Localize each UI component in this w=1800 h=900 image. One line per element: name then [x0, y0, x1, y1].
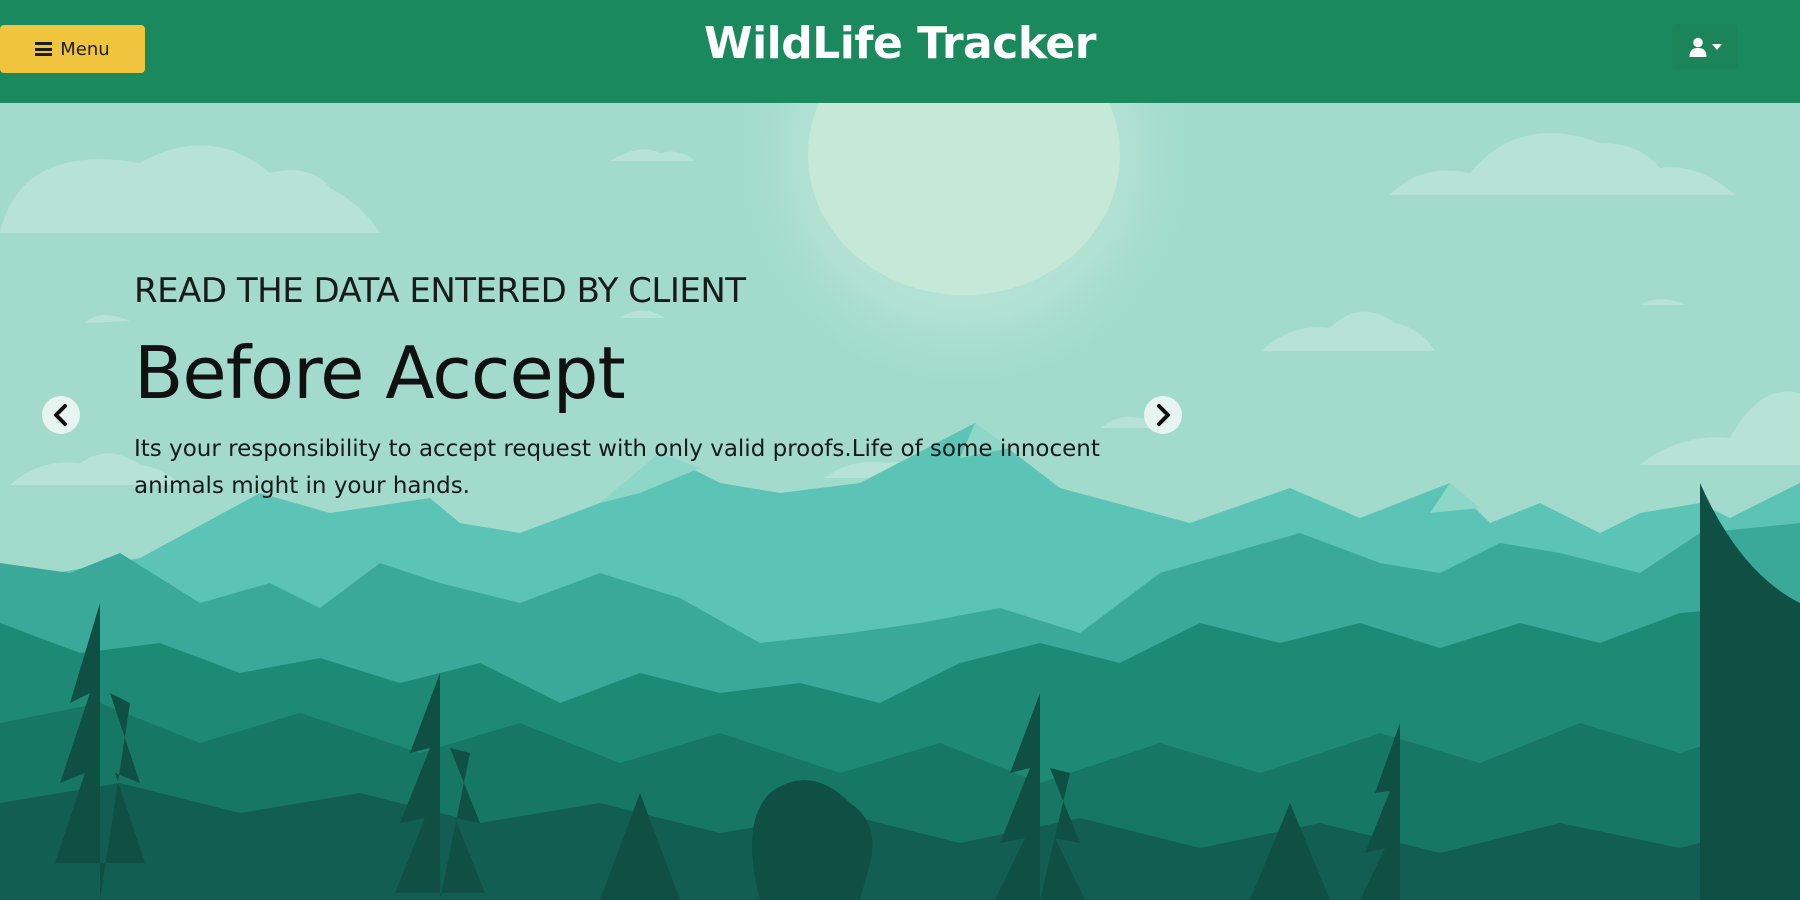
caption-eyebrow: READ THE DATA ENTERED BY CLIENT — [134, 271, 746, 311]
chevron-right-icon — [1157, 404, 1170, 426]
hero-carousel: READ THE DATA ENTERED BY CLIENT Before A… — [0, 103, 1800, 900]
user-icon — [1689, 37, 1706, 57]
brand-title[interactable]: WildLife Tracker — [0, 18, 1800, 69]
carousel-next-button[interactable] — [1144, 396, 1182, 434]
caption-title: Before Accept — [134, 331, 626, 415]
carousel-prev-button[interactable] — [42, 396, 80, 434]
caret-down-icon — [1711, 44, 1722, 50]
chevron-left-icon — [54, 404, 67, 426]
top-navbar: Menu WildLife Tracker — [0, 0, 1800, 103]
user-dropdown-button[interactable] — [1672, 24, 1738, 70]
caption-description: Its your responsibility to accept reques… — [134, 436, 1100, 499]
